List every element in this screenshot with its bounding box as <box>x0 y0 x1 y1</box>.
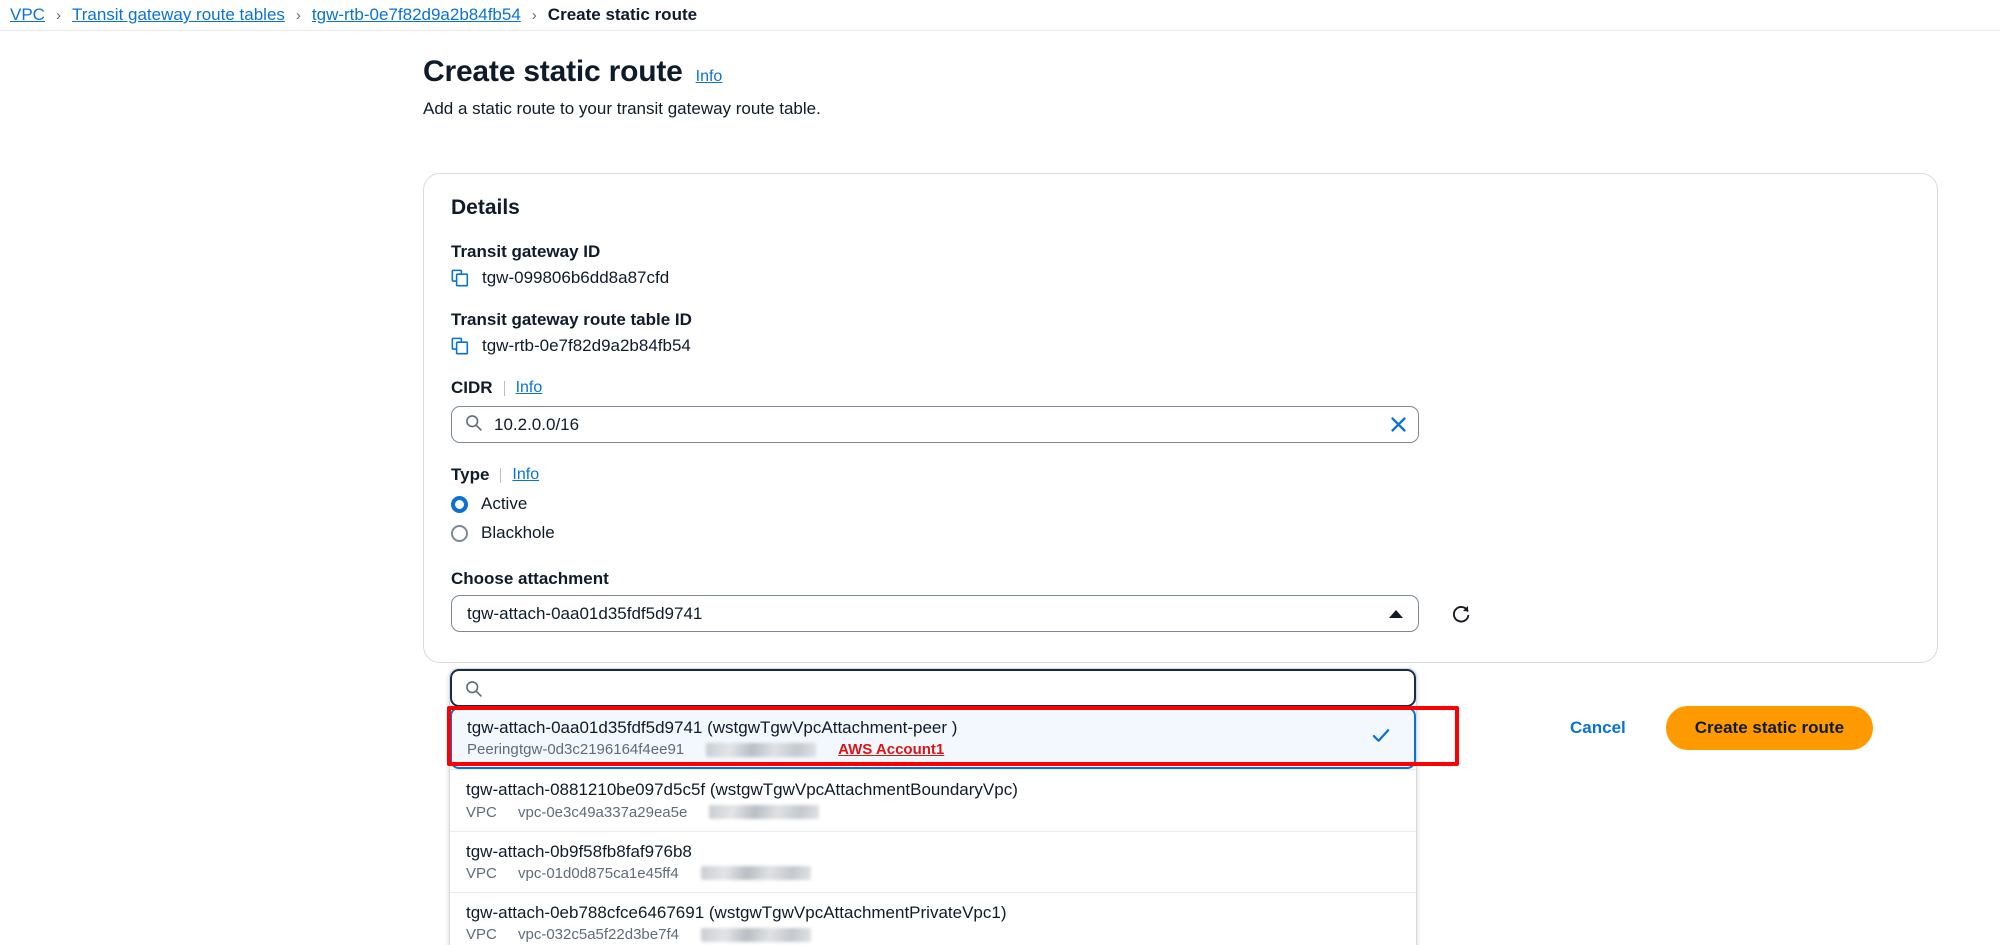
cidr-field: CIDR Info <box>451 378 1910 443</box>
label-divider <box>500 467 502 483</box>
attachment-field: Choose attachment tgw-attach-0aa01d35fdf… <box>451 569 1910 632</box>
radio-label-blackhole: Blackhole <box>481 523 555 542</box>
transit-gateway-route-table-id-field: Transit gateway route table ID tgw-rtb-0… <box>451 310 1910 356</box>
check-icon <box>1370 725 1392 752</box>
radio-type-blackhole[interactable]: Blackhole <box>451 523 1910 543</box>
attachment-selected-value: tgw-attach-0aa01d35fdf5d9741 <box>467 603 703 623</box>
breadcrumb-separator: › <box>55 6 61 24</box>
cidr-input-wrapper <box>451 406 1419 443</box>
breadcrumb: VPC › Transit gateway route tables › tgw… <box>0 0 2000 31</box>
type-field: Type Info Active Blackhole <box>451 465 1910 543</box>
redacted-block <box>709 805 820 819</box>
list-item[interactable]: tgw-attach-0881210be097d5c5f (wstgwTgwVp… <box>450 769 1416 831</box>
cidr-input[interactable] <box>482 414 1378 435</box>
page-subtitle: Add a static route to your transit gatew… <box>423 99 821 118</box>
redacted-block <box>700 927 811 942</box>
transit-gateway-id-value: tgw-099806b6dd8a87cfd <box>482 268 670 287</box>
cidr-label-row: CIDR Info <box>451 378 1910 398</box>
cidr-info-link[interactable]: Info <box>516 379 543 397</box>
attachment-dropdown: tgw-attach-0aa01d35fdf5d9741 (wstgwTgwVp… <box>449 668 1417 945</box>
option-type: VPC <box>466 926 497 943</box>
radio-indicator <box>451 524 468 542</box>
option-type: VPC <box>466 864 497 882</box>
option-meta: VPC vpc-01d0d875ca1e45ff4 <box>466 865 1396 882</box>
radio-type-active[interactable]: Active <box>451 494 1910 514</box>
option-meta: VPC vpc-0e3c49a337a29ea5e <box>466 804 1396 821</box>
breadcrumb-item-route-table-id[interactable]: tgw-rtb-0e7f82d9a2b84fb54 <box>312 5 521 25</box>
close-icon[interactable] <box>1378 407 1418 442</box>
option-resource-id: vpc-0e3c49a337a29ea5e <box>518 803 688 821</box>
list-item[interactable]: tgw-attach-0aa01d35fdf5d9741 (wstgwTgwVp… <box>450 707 1416 770</box>
page-title: Create static route <box>423 55 683 88</box>
cidr-label: CIDR <box>451 378 493 397</box>
attachment-select-trigger[interactable]: tgw-attach-0aa01d35fdf5d9741 <box>451 595 1419 632</box>
radio-indicator <box>451 495 468 513</box>
redacted-block <box>700 866 811 881</box>
transit-gateway-id-row: tgw-099806b6dd8a87cfd <box>451 268 1910 288</box>
page-header: Create static route Info Add a static ro… <box>0 31 2000 119</box>
list-item[interactable]: tgw-attach-0b9f58fb8faf976b8 VPC vpc-01d… <box>450 830 1416 892</box>
page-title-row: Create static route Info <box>423 55 2000 89</box>
option-meta: Peering tgw-0d3c2196164f4ee91 AWS Accoun… <box>467 741 1395 758</box>
radio-label-active: Active <box>481 494 528 513</box>
refresh-icon[interactable] <box>1447 600 1475 628</box>
transit-gateway-route-table-id-value: tgw-rtb-0e7f82d9a2b84fb54 <box>482 336 691 355</box>
option-type: Peering <box>467 741 519 759</box>
type-label: Type <box>451 465 490 484</box>
option-title: tgw-attach-0eb788cfce6467691 (wstgwTgwVp… <box>466 902 1007 922</box>
option-type: VPC <box>466 803 497 821</box>
cancel-button[interactable]: Cancel <box>1560 712 1636 744</box>
transit-gateway-id-label: Transit gateway ID <box>451 242 601 261</box>
option-title: tgw-attach-0881210be097d5c5f (wstgwTgwVp… <box>466 780 1018 800</box>
details-heading: Details <box>451 196 520 219</box>
breadcrumb-separator: › <box>531 6 537 24</box>
option-title: tgw-attach-0b9f58fb8faf976b8 <box>466 841 692 861</box>
label-divider <box>503 380 505 396</box>
transit-gateway-id-field: Transit gateway ID tgw-099806b6dd8a87cfd <box>451 242 1910 288</box>
option-resource-id: tgw-0d3c2196164f4ee91 <box>519 741 685 759</box>
copy-icon[interactable] <box>451 337 469 355</box>
breadcrumb-separator: › <box>295 6 301 24</box>
attachment-row: tgw-attach-0aa01d35fdf5d9741 <box>451 595 1910 632</box>
transit-gateway-route-table-id-label: Transit gateway route table ID <box>451 310 692 329</box>
chevron-up-icon <box>1389 609 1403 618</box>
details-card: Details Transit gateway ID tgw-099806b6d… <box>423 173 1938 663</box>
page-body: Create static route Info Add a static ro… <box>0 31 2000 945</box>
breadcrumb-item-vpc[interactable]: VPC <box>10 5 45 25</box>
option-meta: VPC vpc-032c5a5f22d3be7f4 <box>466 926 1396 943</box>
attachment-label: Choose attachment <box>451 569 609 588</box>
breadcrumb-item-current: Create static route <box>547 5 698 24</box>
copy-icon[interactable] <box>451 269 469 287</box>
form-actions: Cancel Create static route <box>1560 706 1874 750</box>
type-info-link[interactable]: Info <box>512 466 539 484</box>
transit-gateway-route-table-id-row: tgw-rtb-0e7f82d9a2b84fb54 <box>451 336 1910 356</box>
page-info-link[interactable]: Info <box>696 68 723 86</box>
type-label-row: Type Info <box>451 465 1910 485</box>
attachment-search-input[interactable] <box>482 678 1414 698</box>
option-resource-id: vpc-032c5a5f22d3be7f4 <box>518 926 679 943</box>
breadcrumb-item-transit-gateway-route-tables[interactable]: Transit gateway route tables <box>72 5 285 25</box>
option-account: AWS Account1 <box>838 741 945 759</box>
redacted-block <box>706 742 817 757</box>
option-resource-id: vpc-01d0d875ca1e45ff4 <box>518 864 679 882</box>
attachment-search-wrapper <box>450 669 1416 707</box>
create-static-route-button[interactable]: Create static route <box>1665 706 1874 750</box>
search-icon <box>452 414 482 436</box>
list-item[interactable]: tgw-attach-0eb788cfce6467691 (wstgwTgwVp… <box>450 891 1416 945</box>
search-icon <box>465 680 482 697</box>
option-title: tgw-attach-0aa01d35fdf5d9741 (wstgwTgwVp… <box>467 718 958 737</box>
